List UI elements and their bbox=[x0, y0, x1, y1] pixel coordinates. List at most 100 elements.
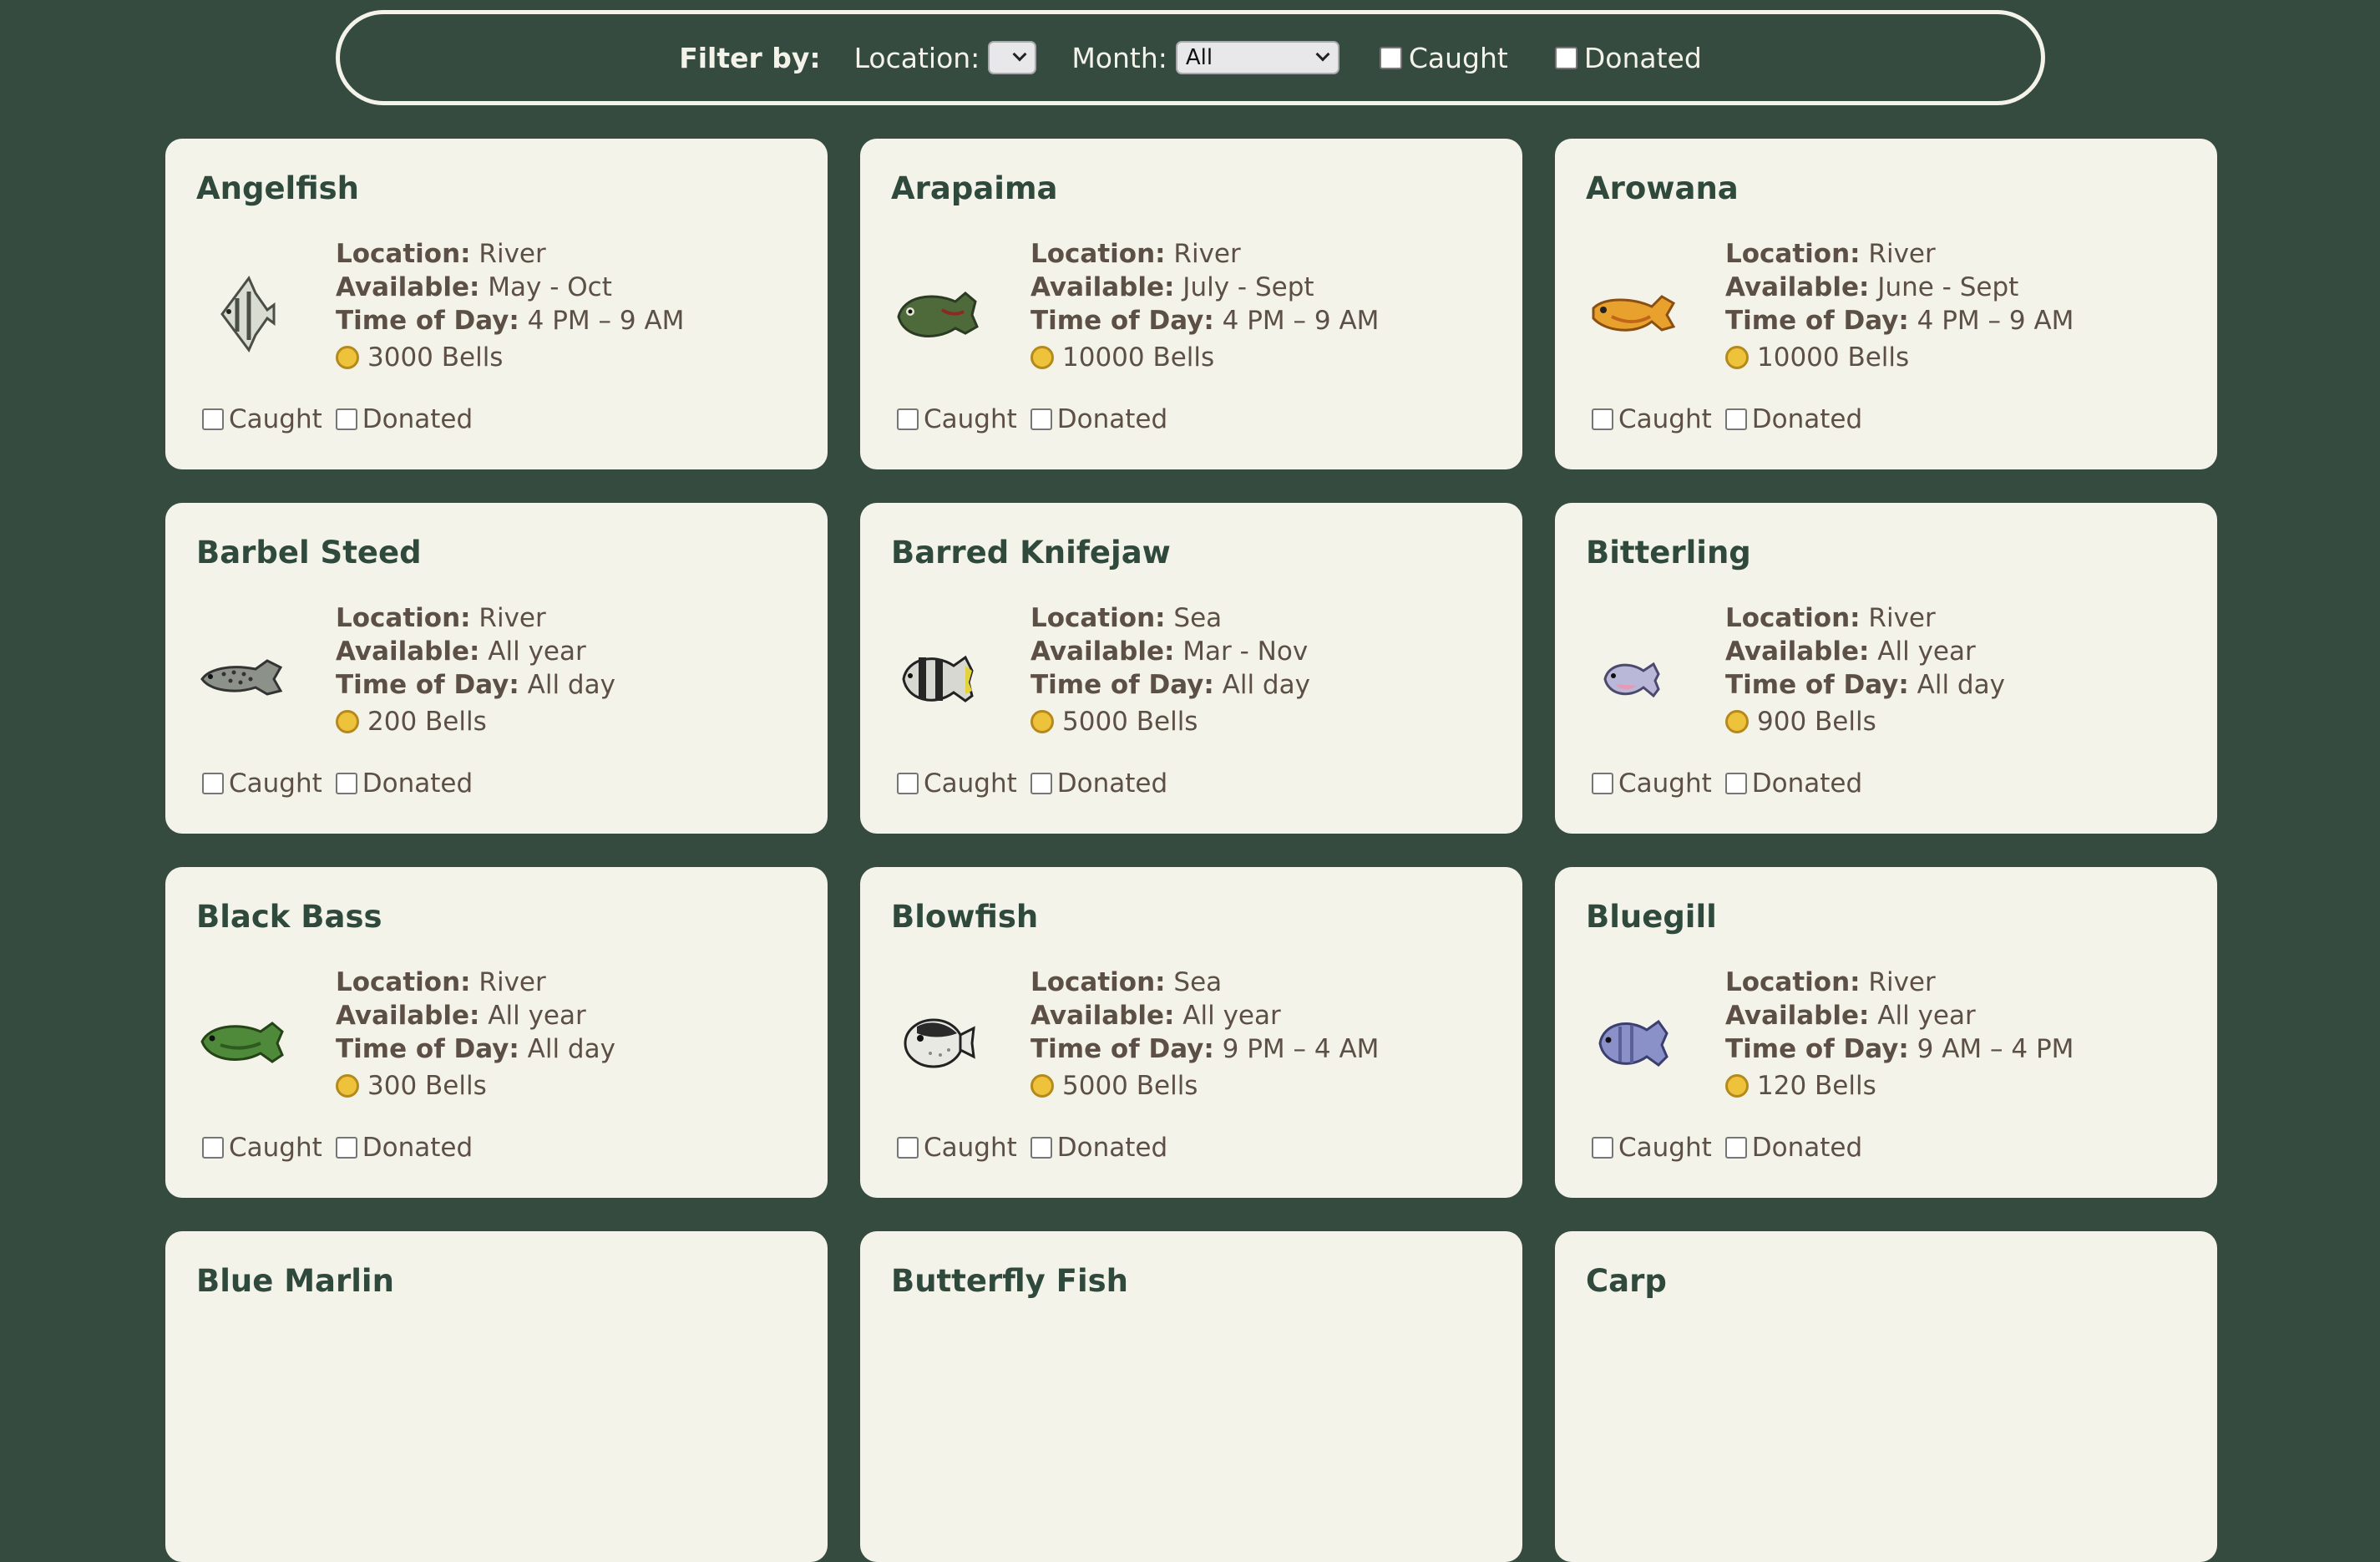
fish-name: Angelfish bbox=[196, 170, 360, 206]
bell-coin-icon bbox=[336, 710, 359, 733]
donated-label: Donated bbox=[1056, 1133, 1168, 1163]
caught-filter-checkbox[interactable] bbox=[1379, 46, 1402, 69]
caught-toggle[interactable]: Caught bbox=[1592, 768, 1712, 799]
caught-toggle[interactable]: Caught bbox=[1592, 1133, 1712, 1163]
donated-checkbox[interactable] bbox=[1030, 408, 1052, 430]
fish-card: Black Bass Location: River Available: Al… bbox=[165, 867, 828, 1198]
caught-checkbox[interactable] bbox=[897, 1137, 919, 1159]
location-row: Location: Sea bbox=[1030, 966, 1379, 999]
price-row: 10000 Bells bbox=[1030, 341, 1379, 374]
time-value: All day bbox=[527, 670, 615, 700]
caught-toggle[interactable]: Caught bbox=[897, 768, 1017, 799]
caught-label: Caught bbox=[924, 1133, 1017, 1163]
donated-toggle[interactable]: Donated bbox=[1724, 1133, 1862, 1163]
fish-card: Barbel Steed Location: River Available: … bbox=[165, 503, 828, 834]
donated-label: Donated bbox=[1751, 768, 1863, 799]
time-row: Time of Day: 9 PM – 4 AM bbox=[1030, 1032, 1379, 1066]
caught-checkbox[interactable] bbox=[202, 773, 224, 794]
caught-checkbox[interactable] bbox=[897, 408, 919, 430]
time-value: 9 AM – 4 PM bbox=[1917, 1034, 2074, 1064]
price-row: 300 Bells bbox=[336, 1069, 615, 1103]
available-row: Available: All year bbox=[1030, 999, 1379, 1032]
caught-label: Caught bbox=[924, 768, 1017, 799]
location-value: River bbox=[479, 239, 546, 269]
location-label: Location: bbox=[1725, 239, 1861, 269]
caught-checkbox[interactable] bbox=[1592, 1137, 1613, 1159]
donated-checkbox[interactable] bbox=[1030, 1137, 1052, 1159]
fish-info: Location: River Available: July - Sept T… bbox=[1030, 237, 1379, 374]
bell-coin-icon bbox=[1030, 346, 1054, 369]
location-select[interactable] bbox=[988, 41, 1037, 74]
caught-label: Caught bbox=[229, 1133, 322, 1163]
available-value: All year bbox=[488, 1001, 586, 1031]
caught-label: Caught bbox=[924, 404, 1017, 434]
fish-info: Location: Sea Available: Mar - Nov Time … bbox=[1030, 601, 1310, 738]
caught-toggle[interactable]: Caught bbox=[897, 404, 1017, 434]
donated-toggle[interactable]: Donated bbox=[1030, 404, 1167, 434]
price-value: 3000 Bells bbox=[367, 342, 504, 373]
fish-name: Arowana bbox=[1586, 170, 1739, 206]
price-row: 5000 Bells bbox=[1030, 1069, 1379, 1103]
donated-checkbox[interactable] bbox=[335, 408, 357, 430]
donated-checkbox[interactable] bbox=[335, 1137, 357, 1159]
location-value: River bbox=[479, 967, 546, 997]
time-label: Time of Day: bbox=[336, 1034, 519, 1064]
donated-checkbox[interactable] bbox=[1724, 773, 1747, 794]
price-row: 900 Bells bbox=[1725, 705, 2005, 738]
location-label: Location: bbox=[1725, 967, 1861, 997]
donated-toggle[interactable]: Donated bbox=[1030, 768, 1167, 799]
time-row: Time of Day: All day bbox=[336, 668, 615, 702]
donated-toggle[interactable]: Donated bbox=[1724, 404, 1862, 434]
caught-checkbox[interactable] bbox=[1592, 408, 1613, 430]
caught-toggle[interactable]: Caught bbox=[202, 768, 322, 799]
chevron-down-icon bbox=[1315, 47, 1330, 62]
donated-checkbox[interactable] bbox=[335, 773, 357, 794]
donated-label: Donated bbox=[362, 404, 473, 434]
available-row: Available: All year bbox=[336, 999, 615, 1032]
location-label: Location: bbox=[336, 239, 471, 269]
donated-toggle[interactable]: Donated bbox=[1030, 1133, 1167, 1163]
card-checks: Caught Donated bbox=[202, 404, 486, 434]
donated-filter[interactable]: Donated bbox=[1554, 42, 1702, 74]
caught-checkbox[interactable] bbox=[1592, 773, 1613, 794]
month-select-value: All bbox=[1185, 45, 1213, 70]
time-label: Time of Day: bbox=[1725, 1034, 1909, 1064]
month-select[interactable]: All bbox=[1175, 41, 1339, 74]
donated-toggle[interactable]: Donated bbox=[335, 404, 473, 434]
donated-label: Donated bbox=[1056, 404, 1168, 434]
caught-toggle[interactable]: Caught bbox=[202, 404, 322, 434]
caught-toggle[interactable]: Caught bbox=[202, 1133, 322, 1163]
donated-toggle[interactable]: Donated bbox=[335, 1133, 473, 1163]
available-value: All year bbox=[1877, 1001, 1976, 1031]
time-value: 4 PM – 9 AM bbox=[527, 306, 685, 336]
price-value: 200 Bells bbox=[367, 707, 487, 737]
caught-checkbox[interactable] bbox=[897, 773, 919, 794]
caught-checkbox[interactable] bbox=[202, 1137, 224, 1159]
fish-name: Barred Knifejaw bbox=[891, 535, 1171, 571]
location-row: Location: Sea bbox=[1030, 601, 1310, 635]
caught-toggle[interactable]: Caught bbox=[897, 1133, 1017, 1163]
caught-toggle[interactable]: Caught bbox=[1592, 404, 1712, 434]
price-row: 120 Bells bbox=[1725, 1069, 2074, 1103]
location-row: Location: River bbox=[1030, 237, 1379, 271]
location-filter-label: Location: bbox=[853, 41, 980, 74]
fish-card: Blowfish Location: Sea Available: All ye… bbox=[860, 867, 1522, 1198]
donated-checkbox[interactable] bbox=[1724, 1137, 1747, 1159]
available-row: Available: July - Sept bbox=[1030, 271, 1379, 304]
fish-name: Carp bbox=[1586, 1263, 1667, 1299]
caught-checkbox[interactable] bbox=[202, 408, 224, 430]
time-value: All day bbox=[1917, 670, 2005, 700]
donated-checkbox[interactable] bbox=[1724, 408, 1747, 430]
available-row: Available: May - Oct bbox=[336, 271, 684, 304]
caught-filter[interactable]: Caught bbox=[1379, 42, 1508, 74]
fish-info: Location: River Available: June - Sept T… bbox=[1725, 237, 2074, 374]
time-value: 4 PM – 9 AM bbox=[1222, 306, 1380, 336]
donated-filter-checkbox[interactable] bbox=[1554, 46, 1577, 69]
donated-toggle[interactable]: Donated bbox=[1724, 768, 1863, 799]
available-row: Available: June - Sept bbox=[1725, 271, 2074, 304]
donated-checkbox[interactable] bbox=[1030, 773, 1052, 794]
donated-toggle[interactable]: Donated bbox=[335, 768, 473, 799]
location-row: Location: River bbox=[1725, 237, 2074, 271]
available-label: Available: bbox=[336, 636, 480, 667]
available-row: Available: All year bbox=[1725, 999, 2074, 1032]
